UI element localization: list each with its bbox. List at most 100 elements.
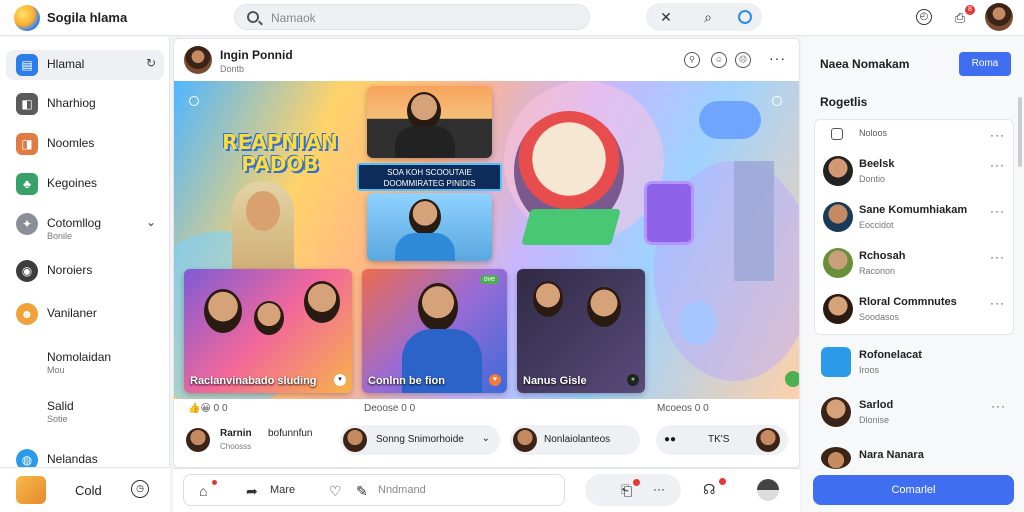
reaction-count-3[interactable]: Mcoeos 0 0 [657, 403, 709, 414]
photo-tile-2[interactable] [367, 193, 492, 261]
list-item[interactable]: Rchosah Raconon ··· [815, 242, 1015, 288]
bookmark-icon[interactable]: ⎗ [621, 482, 632, 499]
page-icon [821, 347, 851, 377]
list-item-name: Sarlod [859, 399, 894, 411]
reaction-icon[interactable]: ☹ [735, 52, 751, 68]
sidebar-item-label: Noomles [47, 136, 95, 150]
person-face [409, 199, 441, 235]
primary-cta-button[interactable]: Comarlel [813, 475, 1014, 505]
badge-dot [212, 480, 217, 485]
more-icon[interactable]: ··· [990, 128, 1005, 142]
close-x-icon[interactable]: ✕ [656, 7, 676, 27]
reaction-count-2[interactable]: Deoose 0 0 [364, 403, 415, 414]
timer-icon[interactable]: ◷ [131, 480, 149, 498]
badge-dot [719, 478, 726, 485]
photo-tag[interactable]: ♥ [489, 374, 501, 386]
share-label[interactable]: Mare [270, 484, 295, 496]
more-icon[interactable]: ··· [990, 250, 1005, 264]
notification-badge: 8 [965, 5, 975, 15]
chevron-down-icon[interactable]: ⌄ [482, 433, 490, 444]
pin-icon[interactable]: ⚲ [684, 52, 700, 68]
top-bar: Sogila hlama Namaok ✕ ⌕ ◴ ⎙ 8 [0, 0, 1024, 36]
message-icon[interactable]: ☊ [703, 481, 715, 498]
home-icon[interactable]: ⌂ [199, 483, 207, 499]
sidebar-item-nomolaidan[interactable]: Nomolaidan Mou [6, 343, 164, 379]
box-icon[interactable] [16, 476, 46, 504]
list-item[interactable]: Sane Komumhiakam Eoccidot ··· [815, 196, 1015, 242]
commenter-name: Rarnin [220, 428, 252, 439]
more-icon[interactable]: ··· [653, 482, 665, 496]
list-item[interactable]: Noloos ··· [815, 120, 1015, 150]
list-item[interactable]: Beelsk Dontio ··· [815, 150, 1015, 196]
platform-illustration [521, 209, 621, 245]
reaction-count-1[interactable]: 👍😀 0 0 [188, 403, 228, 414]
sidebar-item-label: Nelandas [47, 452, 98, 466]
photo-tile-5[interactable]: Nanus Gisle ● [517, 269, 645, 393]
comment-item-3[interactable]: Nonlaiolanteos [510, 425, 640, 455]
user-avatar[interactable] [985, 3, 1013, 31]
list-item-sub: Iroos [859, 365, 880, 375]
author-avatar[interactable] [184, 46, 212, 74]
more-icon[interactable]: ··· [769, 50, 786, 66]
search-bar[interactable]: Namaok [234, 4, 590, 30]
panel-action-button[interactable]: Roma [959, 52, 1011, 76]
list-item-name: Sane Komumhiakam [859, 204, 968, 216]
post-subtitle: Dontb [220, 64, 245, 74]
post-media[interactable]: REAPNIAN PADOB SOA KOH SCOOUTAIE DOOMMIR… [174, 81, 799, 399]
profile-toggle-icon[interactable] [757, 479, 779, 501]
list-item-sub: Soodasos [859, 312, 900, 322]
list-item[interactable]: Nara Nanara [801, 441, 1024, 469]
footer-label: Cold [75, 483, 102, 498]
left-sidebar: ▤ Hlamal ↻ ◧ Nharhiog ◨ Noomles ♣ Kegoin… [0, 37, 170, 512]
sidebar-item-noroiers[interactable]: ◉ Noroiers [6, 256, 164, 286]
edit-icon[interactable]: ✎ [356, 483, 368, 500]
more-icon[interactable]: ··· [991, 399, 1006, 413]
photo-tag[interactable]: ● [627, 374, 639, 386]
search-input[interactable]: Namaok [271, 11, 316, 25]
search-tool-icon[interactable]: ⌕ [698, 7, 718, 27]
list-item[interactable]: Sarlod Dlonise ··· [801, 391, 1024, 437]
photo-tile-3[interactable]: Raclanvinabado sluding ▾ [184, 269, 352, 393]
list-item[interactable]: Rloral Commnutes Soodasos ··· [815, 288, 1015, 334]
more-icon[interactable]: ··· [990, 158, 1005, 172]
person-face [407, 92, 441, 130]
tool-group: ✕ ⌕ [646, 3, 762, 31]
scrollbar[interactable] [1018, 97, 1022, 167]
sidebar-item-cotomllog[interactable]: ✦ Cotomllog Bonile ⌄ [6, 209, 164, 245]
comment-item-2[interactable]: Sonng Snimorhoide ⌄ [340, 425, 500, 455]
post-author[interactable]: Ingin Ponnid [220, 48, 293, 62]
comment-item-1[interactable]: Rarnin bofunnfun Choosss [184, 425, 334, 455]
corner-dot-icon [772, 96, 782, 106]
sidebar-item-noomles[interactable]: ◨ Noomles [6, 129, 164, 159]
tree-icon: ♣ [16, 173, 38, 195]
search-icon [247, 11, 259, 23]
comment-item-4[interactable]: ●● TK'S [656, 425, 788, 455]
sidebar-item-label: Noroiers [47, 263, 93, 277]
chat-icon[interactable]: ♡ [329, 483, 342, 500]
clock-icon[interactable]: ◴ [916, 9, 932, 25]
bag-icon: ◨ [16, 133, 38, 155]
more-icon[interactable]: ··· [990, 296, 1005, 310]
sidebar-item-sub: Sotie [47, 414, 68, 424]
sidebar-item-label: Salid [47, 399, 74, 413]
chevron-down-icon[interactable]: ⌄ [146, 215, 156, 229]
share-icon[interactable]: ➦ [246, 483, 258, 500]
composer-input[interactable]: Nndmand [378, 484, 426, 496]
commenter-avatar [756, 428, 780, 452]
ring-icon[interactable] [738, 10, 752, 24]
more-icon[interactable]: ··· [990, 204, 1005, 218]
photo-tile-1[interactable] [367, 86, 492, 158]
sidebar-item-salid[interactable]: Salid Sotie [6, 392, 164, 428]
sidebar-item-nharhiog[interactable]: ◧ Nharhiog [6, 89, 164, 119]
emoji-icon[interactable]: ☺ [711, 52, 727, 68]
refresh-icon[interactable]: ↻ [146, 56, 156, 70]
list-item[interactable]: Rofonelacat Iroos [801, 341, 1024, 387]
sidebar-item-kegoines[interactable]: ♣ Kegoines [6, 169, 164, 199]
right-panel: Naea Nomakam Roma Rogetlis Noloos ··· Be… [801, 37, 1024, 512]
app-logo[interactable] [14, 5, 40, 31]
sidebar-item-vanilaner[interactable]: ☻ Vanilaner [6, 299, 164, 329]
photo-tile-4[interactable]: ove Conlnn be fion ♥ [362, 269, 507, 393]
photo-tag[interactable]: ▾ [334, 374, 346, 386]
sidebar-item-hlamal[interactable]: ▤ Hlamal ↻ [6, 50, 164, 80]
record-icon: ◉ [16, 260, 38, 282]
